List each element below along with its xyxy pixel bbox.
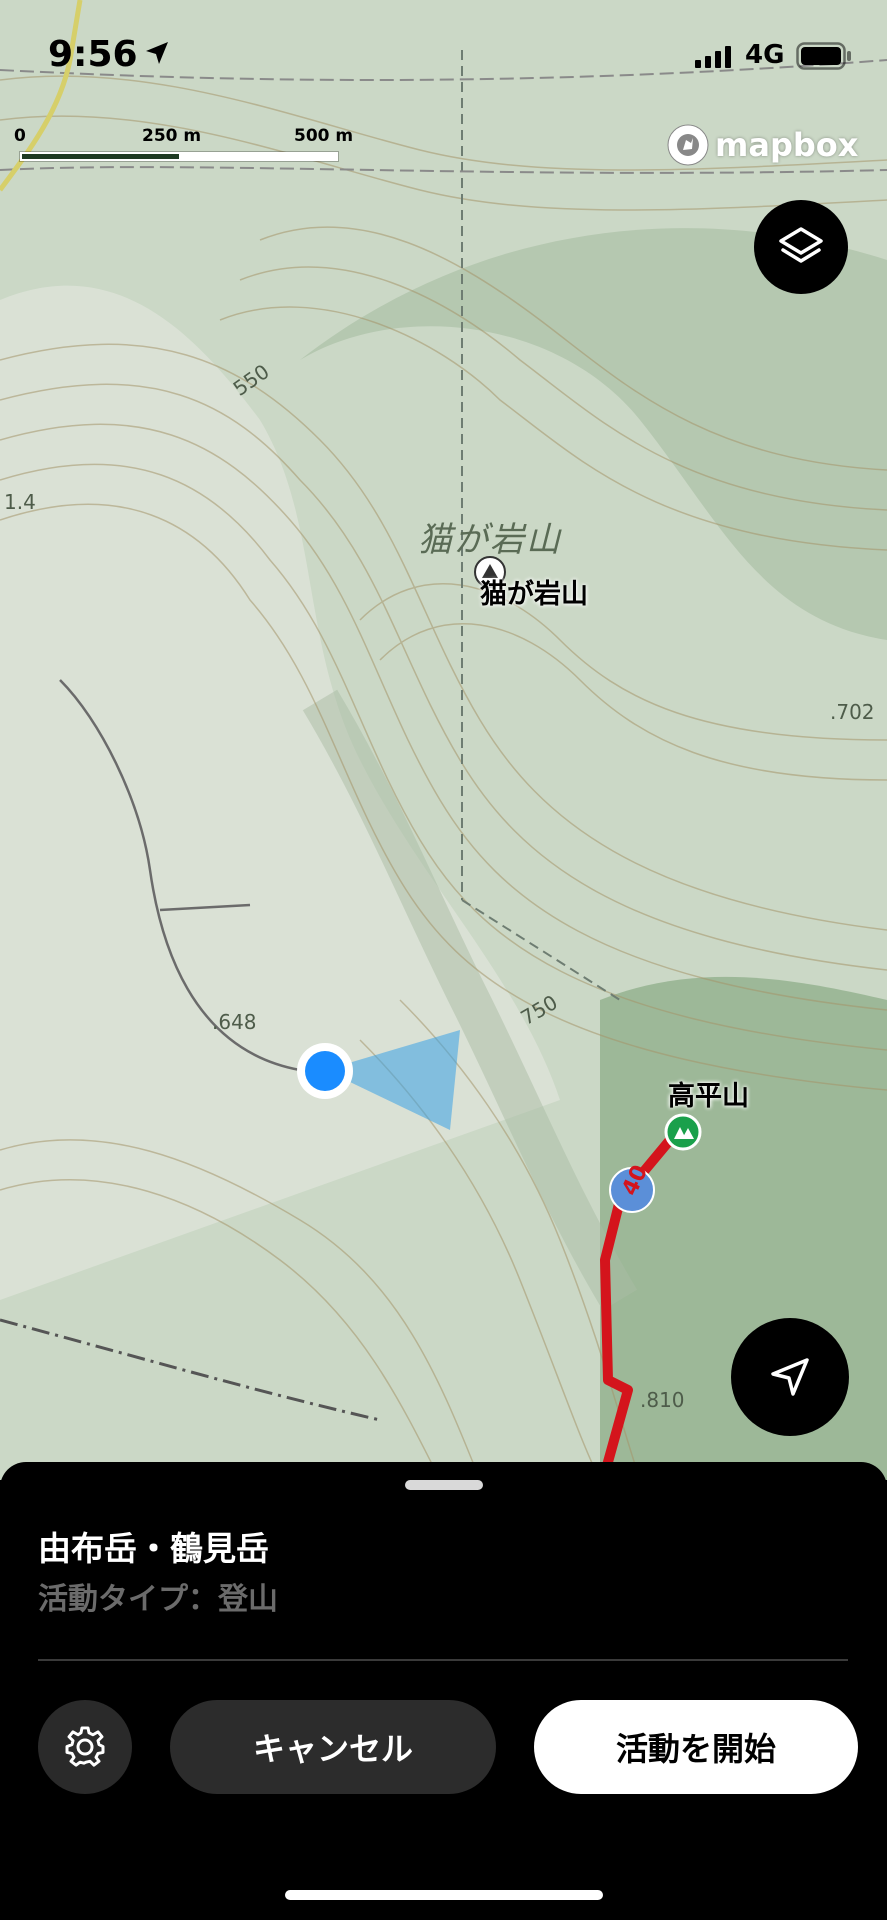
navigation-arrow-icon bbox=[771, 1358, 809, 1396]
network-type: 4G bbox=[745, 40, 785, 70]
settings-button[interactable] bbox=[38, 1700, 132, 1794]
scale-zero: 0 bbox=[14, 126, 26, 146]
cancel-button[interactable]: キャンセル bbox=[170, 1700, 496, 1794]
mapbox-icon bbox=[667, 124, 709, 166]
scale-bar: 0 250 m 500 m bbox=[14, 126, 354, 166]
start-activity-button[interactable]: 活動を開始 bbox=[534, 1700, 858, 1794]
scale-mid: 250 m bbox=[142, 126, 202, 146]
elevation-label: .702 bbox=[830, 700, 875, 724]
elevation-label: 1.4 bbox=[4, 490, 36, 514]
gear-icon bbox=[65, 1726, 105, 1767]
locate-me-button[interactable] bbox=[731, 1318, 849, 1436]
activity-bottom-sheet: 由布岳・鶴見岳 活動タイプ：登山 キャンセル 活動を開始 bbox=[0, 1462, 887, 1920]
topographic-map bbox=[0, 0, 887, 1480]
location-services-icon bbox=[146, 42, 168, 64]
layers-icon bbox=[779, 227, 823, 263]
route-title: 由布岳・鶴見岳 bbox=[38, 1529, 269, 1568]
sheet-drag-handle[interactable] bbox=[405, 1480, 483, 1490]
status-bar: 9:56 4G bbox=[0, 0, 887, 110]
scale-end: 500 m bbox=[294, 126, 354, 146]
map-label-peak[interactable]: 猫が岩山 bbox=[480, 572, 588, 611]
cellular-signal-icon bbox=[695, 46, 731, 68]
map-view[interactable]: 猫が岩山 猫が岩山 高平山 .648 .702 .810 550 750 1.4… bbox=[0, 0, 887, 1480]
map-label-peak-italic: 猫が岩山 bbox=[418, 520, 562, 560]
elevation-label: .648 bbox=[212, 1010, 257, 1034]
status-time: 9:56 bbox=[48, 34, 138, 75]
layers-button[interactable] bbox=[754, 200, 848, 294]
map-label-peak[interactable]: 高平山 bbox=[668, 1074, 749, 1113]
elevation-label: .810 bbox=[640, 1388, 685, 1412]
divider bbox=[38, 1659, 848, 1661]
mapbox-logo[interactable]: mapbox bbox=[665, 122, 858, 168]
battery-icon bbox=[796, 42, 851, 70]
home-indicator[interactable] bbox=[285, 1890, 603, 1900]
mapbox-wordmark: mapbox bbox=[715, 126, 859, 164]
activity-type: 活動タイプ：登山 bbox=[38, 1582, 278, 1617]
